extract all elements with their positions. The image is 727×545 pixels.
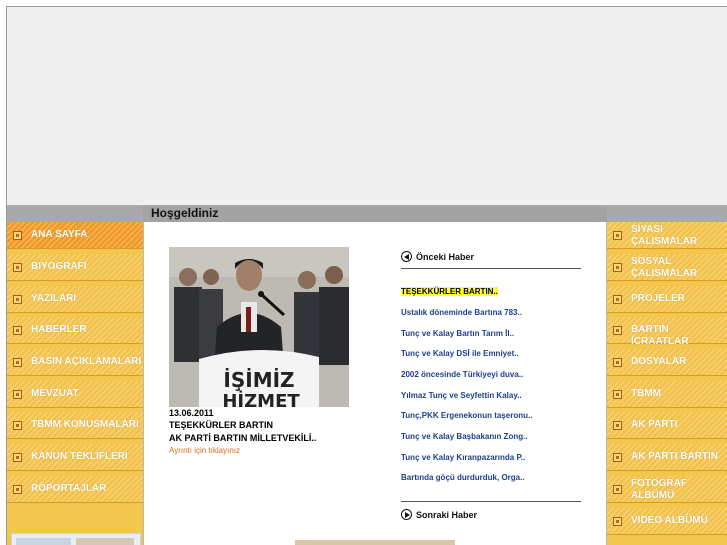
headline-item[interactable]: Bartında göçü durdurduk, Orga..: [401, 473, 525, 482]
bullet-icon: [13, 390, 22, 399]
menu-label: BASIN AÇIKLAMALARI: [31, 356, 142, 367]
bullet-icon: [13, 421, 22, 430]
menu-label: SIYASI ÇALISMALAR: [631, 224, 698, 247]
bullet-icon: [13, 485, 22, 494]
sidebar-banner-image[interactable]: [11, 533, 141, 545]
menu-item-ak-parti[interactable]: AK PARTI: [607, 412, 727, 439]
divider: [401, 501, 581, 502]
page-frame: Hoşgeldiniz ANA SAYFA BIYOGRAFI YAZILARI…: [6, 6, 727, 545]
bullet-icon: [613, 263, 622, 272]
menu-item-roportajlar[interactable]: RÖPORTAJLAR: [7, 476, 143, 503]
headline-item[interactable]: Tunç ve Kalay Başbakanın Zong..: [401, 432, 528, 441]
next-news-button[interactable]: Sonraki Haber: [401, 509, 477, 520]
menu-item-bartin-icraatlar[interactable]: BARTIN İCRAATLAR: [607, 317, 727, 347]
bullet-icon: [13, 358, 22, 367]
photo-sign-text: İŞİMİZ: [223, 368, 294, 392]
headline-item[interactable]: 2002 öncesinde Türkiyeyi duva..: [401, 370, 523, 379]
menu-label: SOSYAL ÇALISMALAR: [631, 256, 698, 279]
menu-item-tbmm[interactable]: TBMM: [607, 381, 727, 408]
menu-item-kanun-teklifleri[interactable]: KANUN TEKLIFLERI: [7, 444, 143, 471]
menu-item-sosyal-calismalar[interactable]: SOSYAL ÇALISMALAR: [607, 254, 727, 281]
menu-item-basin-aciklamalari[interactable]: BASIN AÇIKLAMALARI: [7, 349, 143, 376]
bullet-icon: [613, 326, 622, 335]
menu-label: ANA SAYFA: [31, 229, 88, 240]
menu-item-ana-sayfa[interactable]: ANA SAYFA: [7, 222, 143, 249]
menu-label: AK PARTI BARTIN: [631, 451, 719, 462]
bullet-icon: [613, 485, 622, 494]
menu-label: RÖPORTAJLAR: [31, 483, 107, 494]
bullet-icon: [13, 231, 22, 240]
bullet-icon: [613, 295, 622, 304]
featured-news-photo[interactable]: İŞİMİZ HİZMET: [169, 247, 349, 407]
headline-item[interactable]: TEŞEKKÜRLER BARTIN..: [401, 287, 498, 296]
featured-news-more-link[interactable]: Ayrıntı için tıklayınız: [169, 446, 240, 455]
banner-thumb-1: [16, 538, 71, 545]
menu-label: TBMM: [631, 388, 661, 399]
menu-label: KANUN TEKLIFLERI: [31, 451, 128, 462]
bullet-icon: [613, 390, 622, 399]
menu-item-biyografi[interactable]: BIYOGRAFI: [7, 254, 143, 281]
headline-item[interactable]: Ustalık döneminde Bartına 783..: [401, 308, 522, 317]
bullet-icon: [613, 421, 622, 430]
menu-label: PROJELER: [631, 293, 685, 304]
menu-label: DOSYALAR: [631, 356, 687, 367]
previous-arrow-icon: [401, 251, 412, 262]
header-banner: [7, 7, 727, 206]
next-arrow-icon: [401, 509, 412, 520]
menu-item-haberler[interactable]: HABERLER: [7, 317, 143, 344]
headline-item[interactable]: Tunç ve Kalay Bartın Tarım İl..: [401, 329, 514, 338]
next-news-label: Sonraki Haber: [416, 509, 478, 520]
menu-label: BARTIN İCRAATLAR: [631, 324, 689, 347]
featured-news-subtitle[interactable]: AK PARTİ BARTIN MİLLETVEKİLİ..: [169, 433, 316, 443]
bullet-icon: [13, 295, 22, 304]
menu-label: VIDEO ALBÜMÜ: [631, 515, 708, 526]
bullet-icon: [13, 263, 22, 272]
menu-item-yazilari[interactable]: YAZILARI: [7, 286, 143, 313]
menu-label: HABERLER: [31, 324, 87, 335]
speaker-photo-illustration: İŞİMİZ HİZMET: [169, 247, 349, 407]
menu-item-siyasi-calismalar[interactable]: SIYASI ÇALISMALAR: [607, 222, 727, 249]
menu-item-ak-parti-bartin[interactable]: AK PARTI BARTIN: [607, 444, 727, 471]
headline-item[interactable]: Tunç ve Kalay DSİ ile Emniyet..: [401, 349, 519, 358]
menu-label: AK PARTI: [631, 419, 678, 430]
featured-news-title[interactable]: TEŞEKKÜRLER BARTIN: [169, 420, 273, 430]
menu-item-tbmm-konusmalari[interactable]: TBMM KONUSMALARI: [7, 412, 143, 439]
page-title: Hoşgeldiniz: [151, 206, 219, 220]
bullet-icon: [13, 326, 22, 335]
left-column-header: [7, 206, 143, 222]
headline-item[interactable]: Tunç ve Kalay Kıranpazarında P..: [401, 453, 525, 462]
menu-label: BIYOGRAFI: [31, 261, 87, 272]
divider: [143, 222, 144, 545]
right-column-header: [607, 206, 727, 222]
menu-item-projeler[interactable]: PROJELER: [607, 286, 727, 313]
previous-news-button[interactable]: Önceki Haber: [401, 251, 474, 262]
bullet-icon: [613, 231, 622, 240]
bullet-icon: [613, 517, 622, 526]
featured-news-date: 13.06.2011: [169, 408, 214, 418]
left-menu: ANA SAYFA BIYOGRAFI YAZILARI HABERLER BA…: [7, 222, 143, 545]
photo-sign-text: HİZMET: [222, 390, 300, 407]
divider: [401, 268, 581, 269]
menu-label: FOTOGRAF ALBÜMÜ: [631, 478, 687, 501]
menu-label: MEVZUAT: [31, 388, 79, 399]
headline-item[interactable]: Yılmaz Tunç ve Seyfettin Kalay..: [401, 391, 522, 400]
previous-news-label: Önceki Haber: [416, 251, 475, 262]
menu-label: TBMM KONUSMALARI: [31, 419, 139, 430]
headline-item[interactable]: Tunç,PKK Ergenekonun taşeronu..: [401, 411, 532, 420]
bullet-icon: [613, 358, 622, 367]
banner-thumb-2: [76, 538, 134, 545]
bullet-icon: [13, 453, 22, 462]
bottom-news-image[interactable]: [295, 540, 455, 545]
right-menu: SIYASI ÇALISMALAR SOSYAL ÇALISMALAR PROJ…: [607, 222, 727, 545]
menu-label: YAZILARI: [31, 293, 77, 304]
content-header: Hoşgeldiniz: [143, 206, 607, 222]
divider: [606, 222, 607, 545]
menu-item-fotograf-albumu[interactable]: FOTOGRAF ALBÜMÜ: [607, 476, 727, 503]
bullet-icon: [613, 453, 622, 462]
menu-item-video-albumu[interactable]: VIDEO ALBÜMÜ: [607, 508, 727, 535]
menu-item-mevzuat[interactable]: MEVZUAT: [7, 381, 143, 408]
menu-item-dosyalar[interactable]: DOSYALAR: [607, 349, 727, 376]
